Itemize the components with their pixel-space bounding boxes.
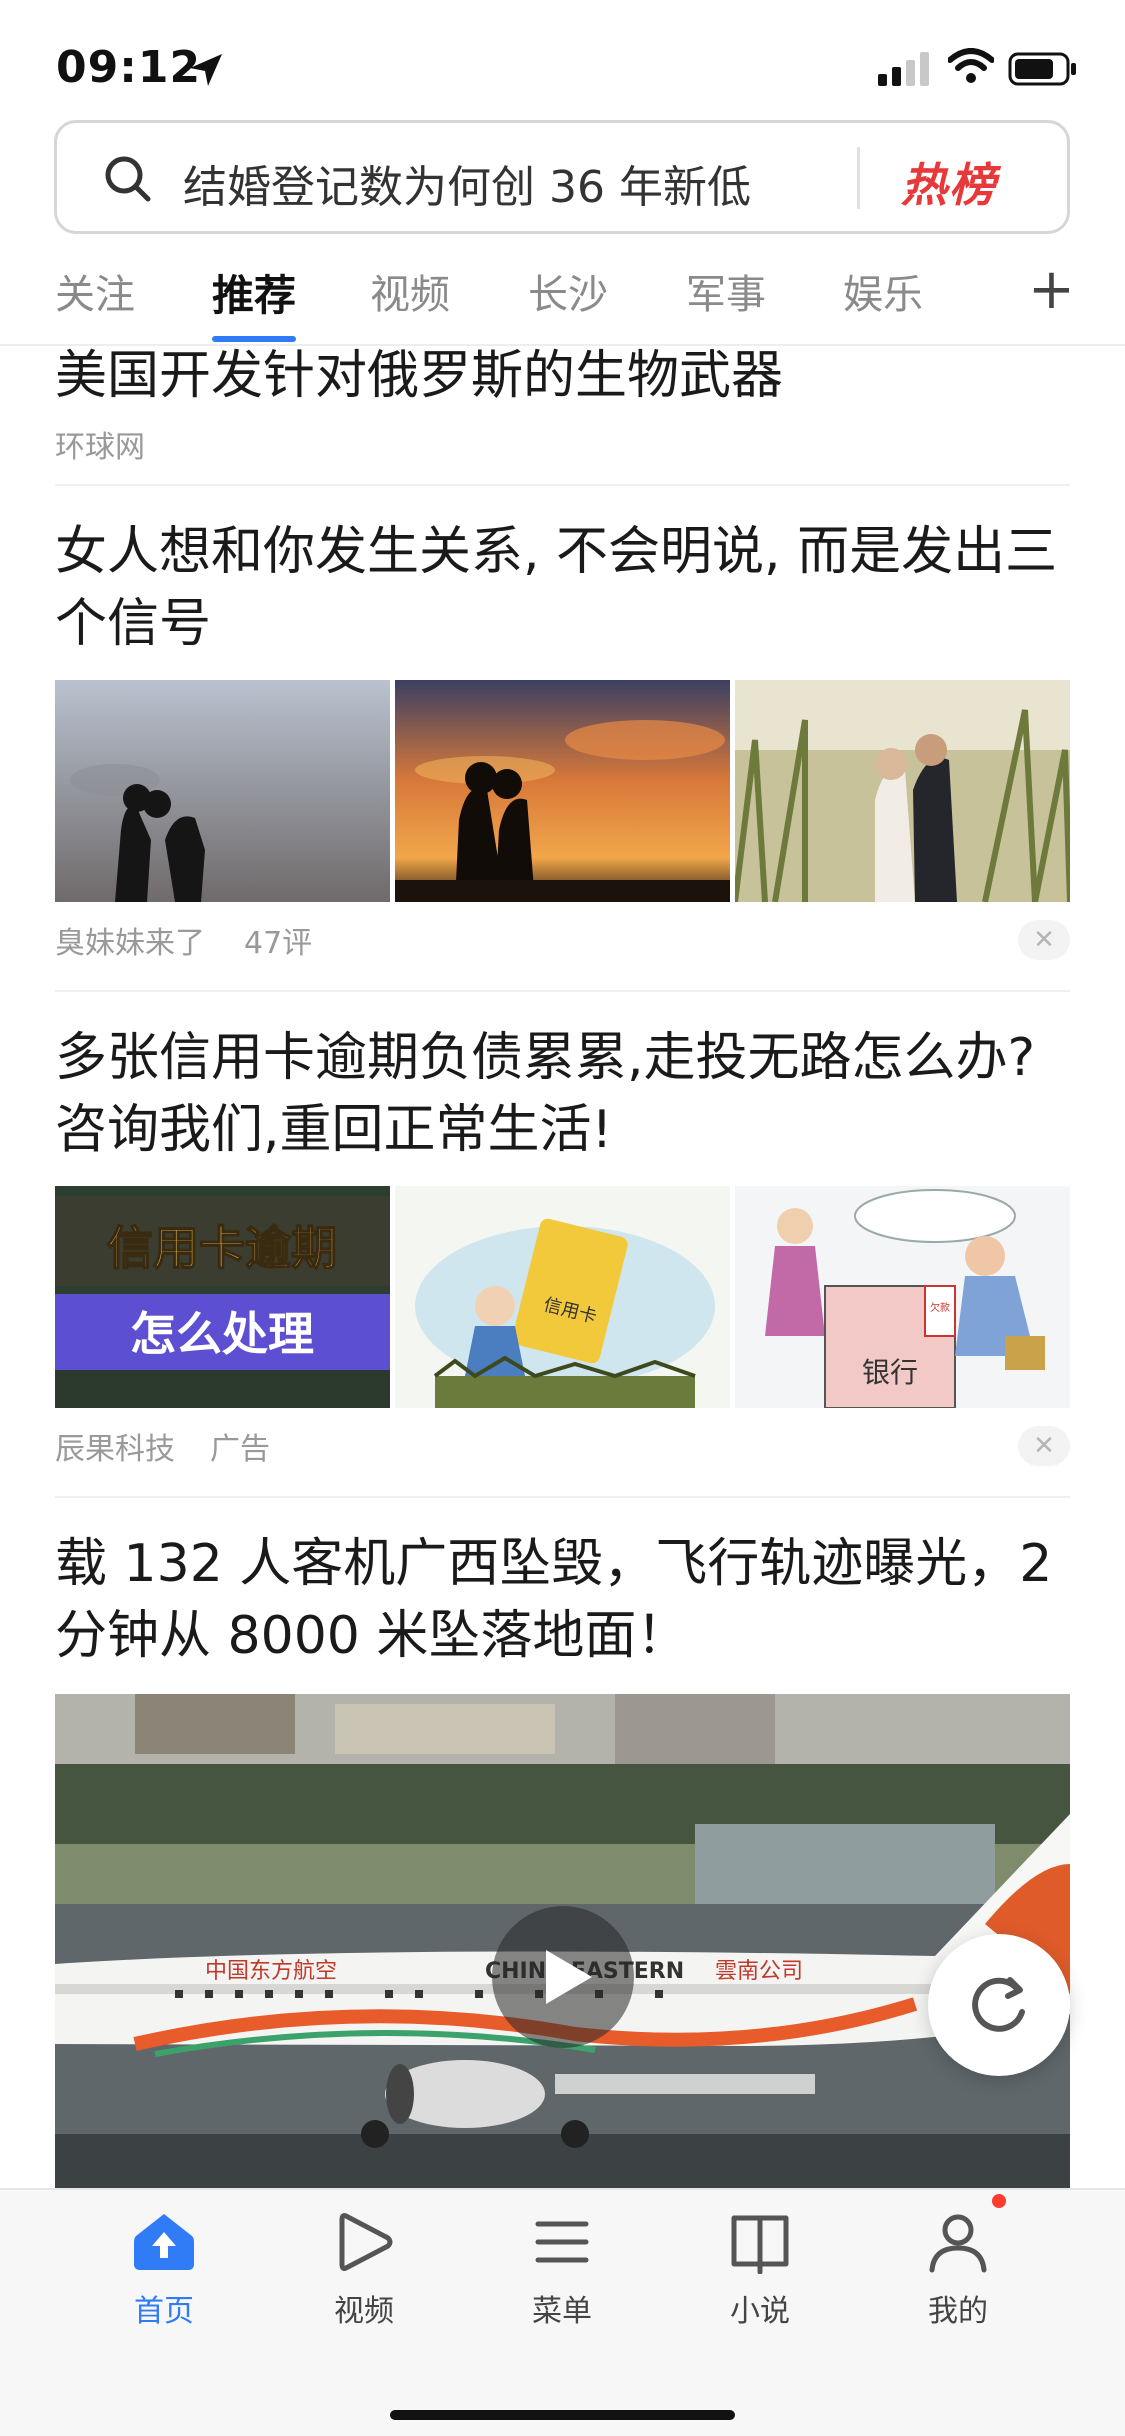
status-time: 09:12	[56, 42, 202, 93]
ad-title[interactable]: 多张信用卡逾期负债累累,走投无路怎么办?咨询我们,重回正常生活!	[55, 1022, 1075, 1166]
ad-label: 广告	[210, 1432, 270, 1467]
search-bar[interactable]: 结婚登记数为何创 36 年新低 热榜	[54, 120, 1070, 234]
news-thumbnail	[55, 680, 390, 902]
ad-image-caption: 欠款	[930, 1301, 950, 1314]
tab-follow[interactable]: 关注	[55, 262, 135, 320]
location-arrow-icon	[190, 54, 222, 86]
cellular-signal-icon	[878, 52, 929, 86]
add-channel-icon[interactable]: +	[1028, 262, 1075, 318]
ad-image-caption: 信用卡逾期	[107, 1221, 337, 1275]
nav-label: 菜单	[532, 2294, 592, 2329]
comment-count: 47评	[244, 926, 313, 961]
tab-changsha[interactable]: 长沙	[528, 262, 608, 320]
feed-divider	[55, 484, 1070, 486]
tab-recommend[interactable]: 推荐	[212, 262, 296, 323]
news-source: 臭妹妹来了	[55, 926, 205, 961]
book-icon	[731, 2215, 789, 2274]
news-title[interactable]: 载 132 人客机广西坠毁，飞行轨迹曝光，2分钟从 8000 米坠落地面！	[55, 1528, 1075, 1672]
ad-thumbnail: 银行 欠款	[735, 1186, 1070, 1408]
search-divider	[857, 147, 860, 209]
refresh-icon	[972, 1977, 1025, 2032]
nav-video[interactable]: 视频	[284, 2210, 444, 2360]
nav-home[interactable]: 首页	[84, 2210, 244, 2360]
wifi-icon	[948, 48, 994, 83]
ad-image-row[interactable]: 信用卡逾期 怎么处理 信用卡 银行 欠款	[55, 1186, 1070, 1408]
ad-image-caption: 怎么处理	[130, 1307, 314, 1361]
profile-icon	[929, 2214, 987, 2273]
nav-label: 视频	[334, 2294, 394, 2329]
news-feed: 美国开发针对俄罗斯的生物武器 环球网 女人想和你发生关系, 不会明说, 而是发出…	[0, 346, 1125, 2188]
home-arrow-icon	[134, 2214, 194, 2270]
feed-divider	[55, 1496, 1070, 1498]
nav-menu[interactable]: 菜单	[482, 2210, 642, 2360]
nav-profile[interactable]: 我的	[878, 2210, 1038, 2360]
notification-badge	[992, 2194, 1006, 2208]
nav-label: 我的	[928, 2294, 988, 2329]
ad-image-caption: 银行	[862, 1356, 918, 1389]
refresh-button[interactable]	[928, 1934, 1070, 2076]
search-icon	[105, 156, 151, 202]
active-tab-indicator	[212, 336, 296, 342]
ad-thumbnail: 信用卡	[395, 1186, 730, 1408]
news-image-row[interactable]	[55, 680, 1070, 902]
dismiss-button[interactable]: ✕	[1018, 1426, 1070, 1466]
status-bar: 09:12	[0, 0, 1125, 120]
play-icon	[546, 1950, 592, 2004]
dismiss-button[interactable]: ✕	[1018, 920, 1070, 960]
news-thumbnail	[735, 680, 1070, 902]
tab-military[interactable]: 军事	[686, 262, 766, 320]
hot-list-button[interactable]: 热榜	[901, 149, 997, 215]
channel-tabs: 关注 推荐 视频 长沙 军事 娱乐 +	[0, 256, 1125, 344]
plane-livery-text: 雲南公司	[715, 1959, 803, 1984]
news-title[interactable]: 美国开发针对俄罗斯的生物武器	[55, 346, 1075, 412]
ad-source: 辰果科技	[55, 1432, 175, 1467]
nav-label: 小说	[730, 2294, 790, 2329]
bottom-nav: 首页 视频 菜单 小说 我的	[0, 2188, 1125, 2436]
feed-divider	[55, 990, 1070, 992]
home-indicator	[390, 2410, 735, 2420]
nav-novel[interactable]: 小说	[680, 2210, 840, 2360]
plane-livery-text: 中国东方航空	[205, 1959, 337, 1984]
search-query[interactable]: 结婚登记数为何创 36 年新低	[183, 151, 751, 215]
news-thumbnail	[395, 680, 730, 902]
ad-thumbnail: 信用卡逾期 怎么处理	[55, 1186, 390, 1408]
tab-entertainment[interactable]: 娱乐	[843, 262, 923, 320]
nav-label: 首页	[134, 2294, 194, 2329]
play-video-button[interactable]	[492, 1906, 634, 2048]
news-title[interactable]: 女人想和你发生关系, 不会明说, 而是发出三个信号	[55, 516, 1075, 660]
video-thumbnail[interactable]: 中国东方航空 CHINA EASTERN 雲南公司	[55, 1694, 1070, 2188]
play-icon	[339, 2213, 393, 2271]
tab-video[interactable]: 视频	[370, 262, 450, 320]
battery-icon	[1008, 52, 1076, 86]
news-source: 环球网	[55, 430, 145, 465]
menu-icon	[535, 2221, 589, 2263]
